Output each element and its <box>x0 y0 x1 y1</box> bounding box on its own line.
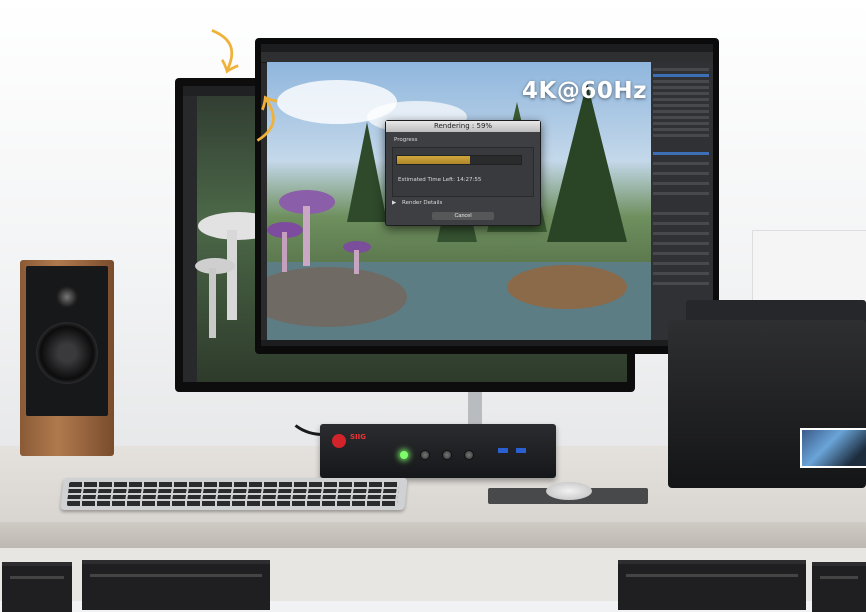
storage-bin <box>812 562 866 612</box>
under-desk-area <box>0 548 866 612</box>
storage-bin <box>2 562 72 612</box>
speaker-baffle <box>26 266 108 416</box>
storage-bin <box>82 560 270 610</box>
bookshelf-speaker <box>20 260 114 456</box>
progress-bar <box>396 155 522 165</box>
primary-monitor: Rendering : 59% Progress Estimated Time … <box>255 38 719 354</box>
app-statusbar <box>261 340 713 346</box>
brand-logo-icon <box>332 434 346 448</box>
storage-bin <box>618 560 806 610</box>
expand-triangle-icon[interactable]: ▶ <box>392 200 396 206</box>
render-details-toggle[interactable]: Render Details <box>402 200 442 206</box>
printed-photo <box>800 428 866 468</box>
render-dialog: Rendering : 59% Progress Estimated Time … <box>385 120 541 226</box>
tweeter <box>56 286 78 308</box>
estimated-time-text: Estimated Time Left: 14:27:55 <box>398 177 482 183</box>
resolution-label: 4K@60Hz <box>522 78 647 104</box>
usb-port[interactable] <box>516 448 526 453</box>
kvm-switch: SIIG <box>320 424 556 478</box>
app-menubar[interactable] <box>261 44 713 52</box>
keyboard-keys[interactable] <box>66 482 400 506</box>
kvm-select-button-1[interactable] <box>420 450 430 460</box>
kvm-select-button-2[interactable] <box>442 450 452 460</box>
woofer <box>36 322 98 384</box>
keyboard[interactable] <box>60 478 408 510</box>
render-dialog-title: Rendering : 59% <box>386 121 540 132</box>
mouse[interactable] <box>546 482 592 500</box>
power-led <box>400 451 408 459</box>
desk-edge <box>0 522 866 548</box>
cancel-button[interactable]: Cancel <box>432 212 494 220</box>
kvm-select-button-3[interactable] <box>464 450 474 460</box>
progress-bar-fill <box>397 156 471 164</box>
progress-label: Progress <box>394 137 418 143</box>
brand-name: SIIG <box>350 433 366 441</box>
usb-port[interactable] <box>498 448 508 453</box>
